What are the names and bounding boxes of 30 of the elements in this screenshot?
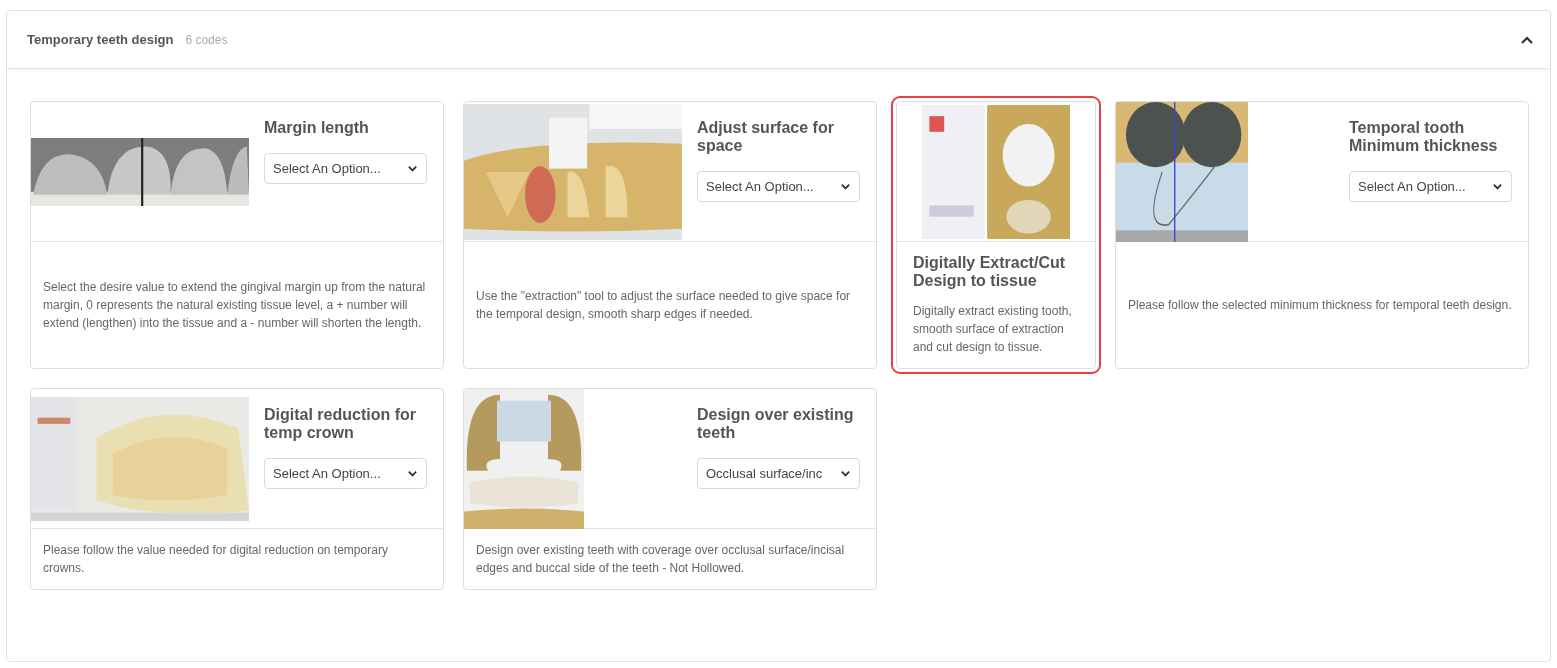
code-card[interactable]: Design over existing teeth Occlusal surface/inc Design over existing teeth with coverage over occlusal surface/incisal edges and buccal side of the teeth - Not Hollowed.	[463, 388, 877, 590]
card-title: Temporal tooth Minimum thickness	[1349, 119, 1499, 155]
chevron-down-icon	[840, 468, 851, 479]
select-dropdown[interactable]: Occlusal surface/inc	[697, 458, 860, 489]
card-description: Digitally extract existing tooth, smooth surface of extraction and cut design to tissue.	[913, 303, 1073, 356]
card-title: Margin length	[264, 119, 370, 137]
chevron-down-icon	[840, 181, 851, 192]
chevron-down-icon	[1492, 181, 1503, 192]
card-description: Please follow the selected minimum thickness for temporal teeth design.	[1128, 297, 1512, 314]
card-title: Design over existing teeth	[697, 406, 855, 442]
card-title: Digital reduction for temp crown	[264, 406, 417, 442]
code-card[interactable]: Digital reduction for temp crown Select An Option... Please follow the value needed for digital reduction on temporary crowns.	[30, 388, 444, 590]
card-description: Please follow the value needed for digital reduction on temporary crowns.	[43, 542, 389, 577]
card-description: Design over existing teeth with coverage over occlusal surface/incisal edges and buccal side of the teeth - Not Hollowed.	[476, 542, 846, 577]
code-card[interactable]: Adjust surface for space Select An Option... Use the "extraction" tool to adjust the surface needed to give space for the temporal design, smooth sharp edges if needed.	[463, 101, 877, 369]
code-card[interactable]: Temporal tooth Minimum thickness Select An Option... Please follow the selected minimum thickness for temporal teeth design.	[1115, 101, 1529, 369]
select-dropdown[interactable]: Select An Option...	[264, 458, 427, 489]
card-title: Adjust surface for space	[697, 119, 835, 155]
section-title: Temporary teeth design	[27, 30, 174, 49]
chevron-down-icon	[407, 163, 418, 174]
select-dropdown[interactable]: Select An Option...	[264, 153, 427, 184]
section-header[interactable]: Temporary teeth design 6 codes	[7, 11, 1550, 69]
select-dropdown[interactable]: Select An Option...	[1349, 171, 1512, 202]
card-description: Select the desire value to extend the gingival margin up from the natural margin, 0 represents the natural existing tissue level, a + number will extend (lengthen) into the tissue and a - number will shorten the length.	[43, 279, 427, 332]
code-count: 6 codes	[185, 31, 228, 49]
code-card[interactable]	[30, 101, 444, 369]
card-title: Digitally Extract/Cut Design to tissue	[913, 254, 1067, 290]
card-description: Use the "extraction" tool to adjust the surface needed to give space for the temporal design, smooth sharp edges if needed.	[476, 288, 852, 323]
select-dropdown[interactable]: Select An Option...	[697, 171, 860, 202]
chevron-down-icon	[407, 468, 418, 479]
